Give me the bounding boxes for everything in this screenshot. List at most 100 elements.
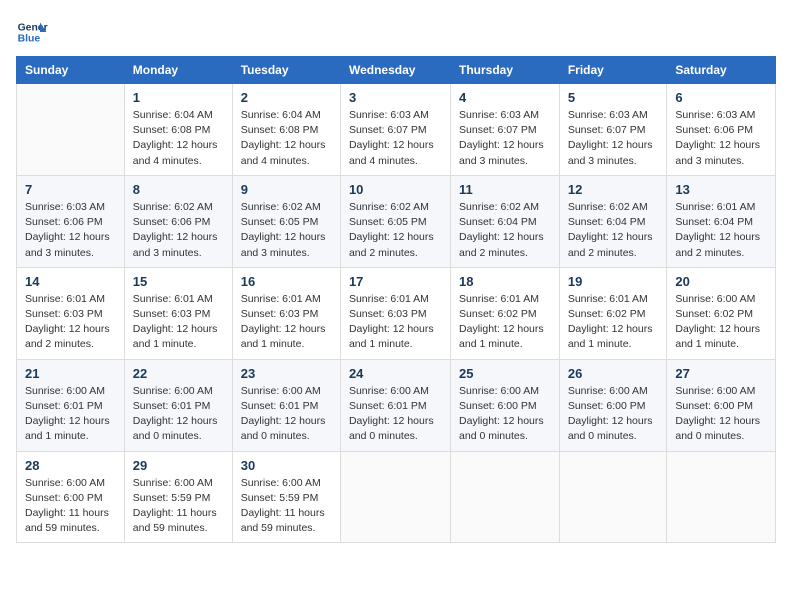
- day-info: Sunrise: 6:00 AM Sunset: 6:01 PM Dayligh…: [241, 384, 332, 445]
- weekday-header: Thursday: [451, 57, 560, 84]
- calendar-cell: [451, 451, 560, 543]
- calendar-cell: 5 Sunrise: 6:03 AM Sunset: 6:07 PM Daylig…: [559, 84, 667, 176]
- calendar-week-row: 1 Sunrise: 6:04 AM Sunset: 6:08 PM Daylig…: [17, 84, 776, 176]
- day-number: 25: [459, 366, 551, 381]
- day-info: Sunrise: 6:03 AM Sunset: 6:06 PM Dayligh…: [25, 200, 116, 261]
- calendar-cell: 21Sunrise: 6:00 AM Sunset: 6:01 PM Dayli…: [17, 359, 125, 451]
- calendar-cell: 26 Sunrise: 6:00 AM Sunset: 6:00 PM Dayli…: [559, 359, 667, 451]
- calendar-cell: [17, 84, 125, 176]
- day-info: Sunrise: 6:03 AM Sunset: 6:07 PM Dayligh…: [349, 108, 442, 169]
- calendar-cell: 29 Sunrise: 6:00 AM Sunset: 5:59 PM Dayli…: [124, 451, 232, 543]
- calendar-cell: 19 Sunrise: 6:01 AM Sunset: 6:02 PM Dayli…: [559, 267, 667, 359]
- logo-icon: General Blue: [16, 16, 48, 48]
- day-info: Sunrise: 6:01 AM Sunset: 6:03 PM Dayligh…: [349, 292, 442, 353]
- calendar-cell: 1 Sunrise: 6:04 AM Sunset: 6:08 PM Daylig…: [124, 84, 232, 176]
- calendar-cell: 7 Sunrise: 6:03 AM Sunset: 6:06 PM Daylig…: [17, 175, 125, 267]
- day-number: 20: [675, 274, 767, 289]
- calendar-cell: 2 Sunrise: 6:04 AM Sunset: 6:08 PM Daylig…: [232, 84, 340, 176]
- calendar-week-row: 7 Sunrise: 6:03 AM Sunset: 6:06 PM Daylig…: [17, 175, 776, 267]
- day-info: Sunrise: 6:04 AM Sunset: 6:08 PM Dayligh…: [133, 108, 224, 169]
- day-info: Sunrise: 6:00 AM Sunset: 6:01 PM Dayligh…: [349, 384, 442, 445]
- day-number: 29: [133, 458, 224, 473]
- day-info: Sunrise: 6:01 AM Sunset: 6:03 PM Dayligh…: [25, 292, 116, 353]
- day-number: 26: [568, 366, 659, 381]
- day-info: Sunrise: 6:01 AM Sunset: 6:04 PM Dayligh…: [675, 200, 767, 261]
- day-number: 9: [241, 182, 332, 197]
- day-info: Sunrise: 6:00 AM Sunset: 6:01 PM Dayligh…: [133, 384, 224, 445]
- calendar-cell: [667, 451, 776, 543]
- calendar-cell: 8 Sunrise: 6:02 AM Sunset: 6:06 PM Daylig…: [124, 175, 232, 267]
- calendar-cell: 20 Sunrise: 6:00 AM Sunset: 6:02 PM Dayli…: [667, 267, 776, 359]
- calendar-cell: 22 Sunrise: 6:00 AM Sunset: 6:01 PM Dayli…: [124, 359, 232, 451]
- calendar-cell: 25 Sunrise: 6:00 AM Sunset: 6:00 PM Dayli…: [451, 359, 560, 451]
- calendar-week-row: 14 Sunrise: 6:01 AM Sunset: 6:03 PM Dayli…: [17, 267, 776, 359]
- day-info: Sunrise: 6:02 AM Sunset: 6:04 PM Dayligh…: [568, 200, 659, 261]
- day-info: Sunrise: 6:00 AM Sunset: 6:00 PM Dayligh…: [459, 384, 551, 445]
- day-number: 11: [459, 182, 551, 197]
- day-info: Sunrise: 6:02 AM Sunset: 6:04 PM Dayligh…: [459, 200, 551, 261]
- weekday-header: Friday: [559, 57, 667, 84]
- day-info: Sunrise: 6:00 AM Sunset: 6:00 PM Dayligh…: [25, 476, 116, 537]
- day-number: 3: [349, 90, 442, 105]
- calendar-week-row: 21Sunrise: 6:00 AM Sunset: 6:01 PM Dayli…: [17, 359, 776, 451]
- calendar-table: SundayMondayTuesdayWednesdayThursdayFrid…: [16, 56, 776, 543]
- calendar-cell: 12Sunrise: 6:02 AM Sunset: 6:04 PM Dayli…: [559, 175, 667, 267]
- day-number: 28: [25, 458, 116, 473]
- day-info: Sunrise: 6:02 AM Sunset: 6:05 PM Dayligh…: [241, 200, 332, 261]
- day-info: Sunrise: 6:03 AM Sunset: 6:07 PM Dayligh…: [459, 108, 551, 169]
- day-info: Sunrise: 6:00 AM Sunset: 6:02 PM Dayligh…: [675, 292, 767, 353]
- calendar-cell: [559, 451, 667, 543]
- calendar-cell: 11 Sunrise: 6:02 AM Sunset: 6:04 PM Dayli…: [451, 175, 560, 267]
- calendar-cell: [340, 451, 450, 543]
- day-number: 2: [241, 90, 332, 105]
- day-number: 30: [241, 458, 332, 473]
- day-info: Sunrise: 6:01 AM Sunset: 6:02 PM Dayligh…: [459, 292, 551, 353]
- day-number: 18: [459, 274, 551, 289]
- day-number: 27: [675, 366, 767, 381]
- day-number: 1: [133, 90, 224, 105]
- day-info: Sunrise: 6:02 AM Sunset: 6:06 PM Dayligh…: [133, 200, 224, 261]
- calendar-cell: 6 Sunrise: 6:03 AM Sunset: 6:06 PM Daylig…: [667, 84, 776, 176]
- calendar-cell: 27 Sunrise: 6:00 AM Sunset: 6:00 PM Dayli…: [667, 359, 776, 451]
- day-number: 6: [675, 90, 767, 105]
- day-number: 15: [133, 274, 224, 289]
- day-number: 7: [25, 182, 116, 197]
- logo: General Blue: [16, 16, 48, 48]
- svg-text:Blue: Blue: [18, 34, 41, 45]
- day-info: Sunrise: 6:00 AM Sunset: 6:00 PM Dayligh…: [568, 384, 659, 445]
- day-number: 14: [25, 274, 116, 289]
- calendar-cell: 24 Sunrise: 6:00 AM Sunset: 6:01 PM Dayli…: [340, 359, 450, 451]
- day-info: Sunrise: 6:00 AM Sunset: 6:00 PM Dayligh…: [675, 384, 767, 445]
- weekday-header: Sunday: [17, 57, 125, 84]
- calendar-week-row: 28 Sunrise: 6:00 AM Sunset: 6:00 PM Dayli…: [17, 451, 776, 543]
- day-info: Sunrise: 6:02 AM Sunset: 6:05 PM Dayligh…: [349, 200, 442, 261]
- day-number: 17: [349, 274, 442, 289]
- day-info: Sunrise: 6:03 AM Sunset: 6:06 PM Dayligh…: [675, 108, 767, 169]
- day-info: Sunrise: 6:00 AM Sunset: 5:59 PM Dayligh…: [241, 476, 332, 537]
- day-info: Sunrise: 6:04 AM Sunset: 6:08 PM Dayligh…: [241, 108, 332, 169]
- calendar-cell: 23Sunrise: 6:00 AM Sunset: 6:01 PM Dayli…: [232, 359, 340, 451]
- calendar-cell: 3 Sunrise: 6:03 AM Sunset: 6:07 PM Daylig…: [340, 84, 450, 176]
- calendar-cell: 18 Sunrise: 6:01 AM Sunset: 6:02 PM Dayli…: [451, 267, 560, 359]
- calendar-cell: 17 Sunrise: 6:01 AM Sunset: 6:03 PM Dayli…: [340, 267, 450, 359]
- weekday-header: Wednesday: [340, 57, 450, 84]
- calendar-cell: 13Sunrise: 6:01 AM Sunset: 6:04 PM Dayli…: [667, 175, 776, 267]
- day-info: Sunrise: 6:00 AM Sunset: 5:59 PM Dayligh…: [133, 476, 224, 537]
- day-number: 19: [568, 274, 659, 289]
- day-info: Sunrise: 6:00 AM Sunset: 6:01 PM Dayligh…: [25, 384, 116, 445]
- calendar-cell: 30 Sunrise: 6:00 AM Sunset: 5:59 PM Dayli…: [232, 451, 340, 543]
- day-number: 10: [349, 182, 442, 197]
- calendar-cell: 16 Sunrise: 6:01 AM Sunset: 6:03 PM Dayli…: [232, 267, 340, 359]
- day-number: 5: [568, 90, 659, 105]
- weekday-header: Tuesday: [232, 57, 340, 84]
- day-number: 16: [241, 274, 332, 289]
- day-info: Sunrise: 6:01 AM Sunset: 6:03 PM Dayligh…: [241, 292, 332, 353]
- calendar-cell: 10 Sunrise: 6:02 AM Sunset: 6:05 PM Dayli…: [340, 175, 450, 267]
- day-info: Sunrise: 6:03 AM Sunset: 6:07 PM Dayligh…: [568, 108, 659, 169]
- calendar-cell: 14 Sunrise: 6:01 AM Sunset: 6:03 PM Dayli…: [17, 267, 125, 359]
- day-info: Sunrise: 6:01 AM Sunset: 6:03 PM Dayligh…: [133, 292, 224, 353]
- day-number: 8: [133, 182, 224, 197]
- day-info: Sunrise: 6:01 AM Sunset: 6:02 PM Dayligh…: [568, 292, 659, 353]
- day-number: 22: [133, 366, 224, 381]
- day-number: 24: [349, 366, 442, 381]
